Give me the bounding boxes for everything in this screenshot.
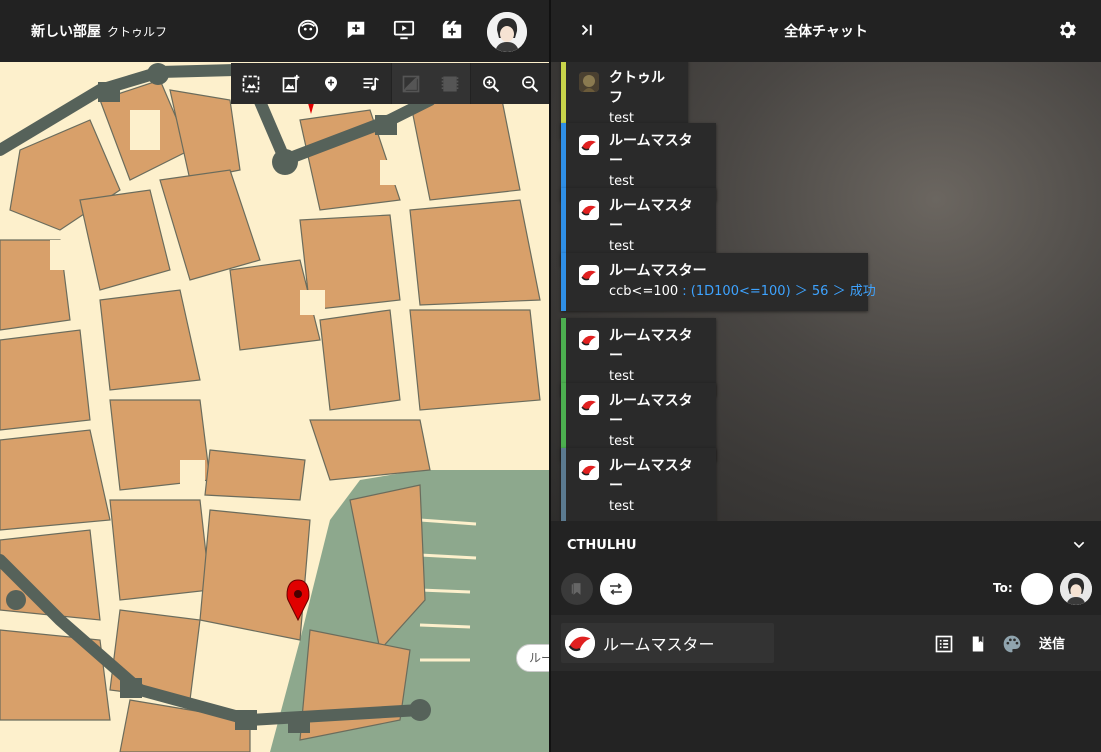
dice-system-row[interactable]: CTHULHU: [551, 521, 1101, 569]
chat-input-area: CTHULHU To: ルームマスター 送信: [551, 521, 1101, 752]
speaker-avatar: [565, 628, 595, 658]
gear-icon[interactable]: [1055, 18, 1079, 42]
user-avatar[interactable]: [487, 12, 527, 52]
playlist-icon[interactable]: [351, 63, 391, 104]
chat-panel: 全体チャット クトゥルフ test ルームマスター test ルームマスター t…: [551, 0, 1101, 752]
add-board-icon[interactable]: [343, 17, 369, 43]
send-button[interactable]: 送信: [1039, 633, 1065, 652]
swap-icon[interactable]: [600, 573, 632, 605]
book-icon[interactable]: [967, 633, 989, 655]
message-text: ccb<=100 : (1D100<=100) ＞ 56 ＞ 成功: [609, 281, 876, 303]
message-text: test: [609, 499, 634, 514]
character-face-icon[interactable]: [295, 17, 321, 43]
add-marker-icon[interactable]: [311, 63, 351, 104]
room-system-name: クトゥルフ: [107, 24, 168, 39]
message-color-bar: [561, 448, 566, 521]
message-avatar: [579, 330, 599, 350]
message-color-bar: [561, 253, 566, 311]
bookmark-icon[interactable]: [561, 573, 593, 605]
chat-title: 全体チャット: [784, 24, 868, 40]
screen-play-icon[interactable]: [391, 17, 417, 43]
map-edge-chip[interactable]: ルー: [516, 644, 550, 672]
add-image-icon[interactable]: [271, 63, 311, 104]
to-label: To:: [993, 581, 1013, 595]
dice-command: ccb<=100: [609, 284, 679, 299]
compose-row: ルームマスター 送信: [551, 615, 1101, 671]
message-sender: ルームマスター: [609, 198, 693, 234]
list-icon[interactable]: [933, 633, 955, 655]
message-avatar: [579, 200, 599, 220]
message-avatar: [579, 395, 599, 415]
message-sender: ルームマスター: [609, 393, 693, 429]
message-sender: ルームマスター: [609, 328, 693, 364]
room-header: 新しい部屋 クトゥルフ: [0, 0, 550, 62]
message-avatar: [579, 72, 599, 92]
chat-message-dice[interactable]: ルームマスター ccb<=100 : (1D100<=100) ＞ 56 ＞ 成…: [561, 253, 876, 311]
map-board[interactable]: 新しい部屋 クトゥルフ ル: [0, 0, 550, 752]
chevron-down-icon[interactable]: [1067, 533, 1091, 557]
message-avatar: [579, 460, 599, 480]
message-sender: ルームマスター: [609, 133, 693, 169]
grid-icon[interactable]: [390, 63, 431, 104]
zoom-out-icon[interactable]: [510, 63, 550, 104]
message-sender: ルームマスター: [609, 263, 707, 279]
chat-message[interactable]: ルームマスター test: [561, 448, 716, 521]
city-map[interactable]: [0, 0, 550, 752]
film-icon[interactable]: [430, 63, 471, 104]
speaker-name: ルームマスター: [603, 635, 715, 654]
collapse-panel-icon[interactable]: [575, 18, 599, 42]
speaker-selector[interactable]: ルームマスター: [561, 623, 774, 663]
message-sender: クトゥルフ: [609, 70, 665, 106]
message-sender: ルームマスター: [609, 458, 693, 494]
zoom-in-icon[interactable]: [470, 63, 510, 104]
background-image-icon[interactable]: [231, 63, 271, 104]
map-toolbar: [231, 63, 550, 104]
recipient-all-avatar[interactable]: [1021, 573, 1053, 605]
scene-edit-icon[interactable]: [439, 17, 465, 43]
panel-divider[interactable]: [549, 0, 551, 752]
palette-icon[interactable]: [1001, 633, 1023, 655]
message-avatar: [579, 265, 599, 285]
chat-log[interactable]: クトゥルフ test ルームマスター test ルームマスター test ルーム…: [551, 62, 1101, 521]
message-avatar: [579, 135, 599, 155]
recipient-avatar[interactable]: [1060, 573, 1092, 605]
dice-result: : (1D100<=100) ＞ 56 ＞ 成功: [678, 284, 876, 299]
chat-control-row: To:: [551, 569, 1101, 615]
room-title: 新しい部屋: [31, 24, 101, 40]
dice-system-name: CTHULHU: [567, 537, 637, 553]
chat-header: 全体チャット: [551, 0, 1101, 62]
